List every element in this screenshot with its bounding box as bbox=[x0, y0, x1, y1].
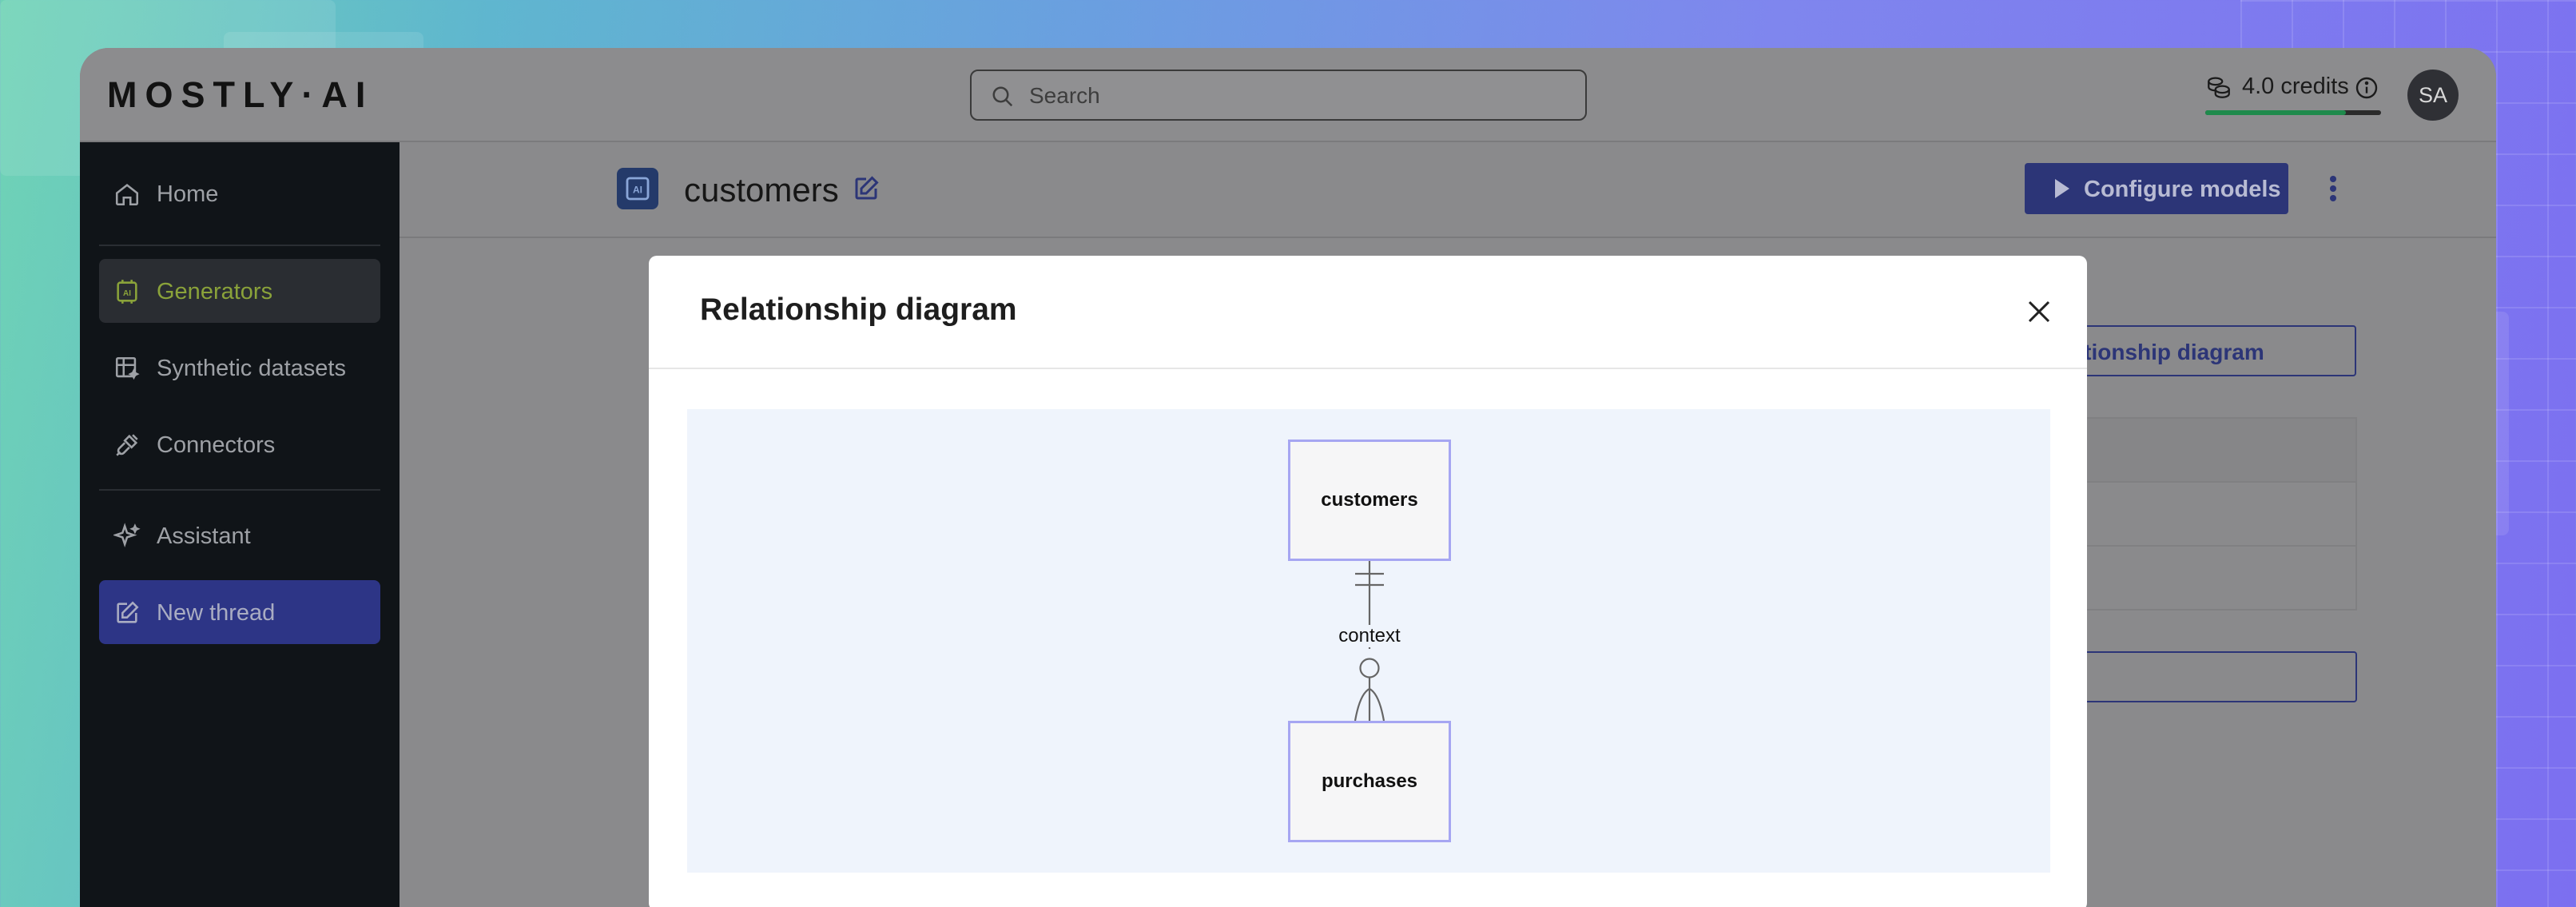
search-icon bbox=[992, 86, 1013, 107]
modal-title: Relationship diagram bbox=[700, 292, 1017, 327]
relationship-diagram: customers context purchases bbox=[687, 409, 2050, 873]
sidebar-item-label: Home bbox=[157, 181, 219, 207]
sidebar-item-home[interactable]: Home bbox=[99, 161, 380, 225]
home-icon bbox=[115, 184, 139, 206]
sidebar: Home AI Generators Synthetic datasets Co… bbox=[80, 142, 400, 907]
svg-text:AI: AI bbox=[633, 185, 642, 196]
sidebar-item-label: Synthetic datasets bbox=[157, 356, 346, 381]
entity-purchases[interactable]: purchases bbox=[1288, 721, 1451, 842]
table-sparkle-icon bbox=[115, 356, 140, 380]
search-box[interactable] bbox=[970, 70, 1587, 121]
svg-text:AI: AI bbox=[123, 289, 131, 298]
sidebar-item-assistant[interactable]: Assistant bbox=[99, 503, 380, 567]
avatar[interactable]: SA bbox=[2407, 70, 2459, 121]
coins-icon bbox=[2208, 77, 2230, 98]
entity-customers[interactable]: customers bbox=[1288, 440, 1451, 561]
sidebar-item-generators[interactable]: AI Generators bbox=[99, 259, 380, 323]
sparkle-icon bbox=[113, 523, 141, 547]
sidebar-divider bbox=[99, 245, 380, 246]
page-header: AI customers Configure models bbox=[400, 142, 2496, 238]
configure-models-label: Configure models bbox=[2084, 177, 2281, 202]
generator-badge-icon: AI bbox=[617, 168, 658, 209]
sidebar-item-label: Generators bbox=[157, 279, 273, 304]
sidebar-item-label: New thread bbox=[157, 600, 276, 626]
play-icon bbox=[2055, 179, 2069, 198]
credits-bar-fill bbox=[2205, 110, 2346, 115]
info-icon[interactable] bbox=[2354, 75, 2379, 101]
edit-icon bbox=[117, 601, 139, 623]
search-input[interactable] bbox=[1029, 79, 1572, 113]
credits-indicator[interactable]: 4.0 credits bbox=[2205, 69, 2381, 117]
modal-header: Relationship diagram bbox=[649, 256, 2087, 369]
generator-icon: AI bbox=[117, 280, 137, 304]
close-icon[interactable] bbox=[2025, 297, 2053, 326]
page-title: customers bbox=[684, 171, 839, 209]
configure-models-button[interactable]: Configure models bbox=[2025, 163, 2288, 214]
sidebar-item-synthetic-datasets[interactable]: Synthetic datasets bbox=[99, 336, 380, 400]
credits-bar bbox=[2205, 110, 2381, 115]
relationship-label: context bbox=[1314, 625, 1425, 647]
logo[interactable]: MOSTLY·AI bbox=[107, 74, 373, 116]
sidebar-item-new-thread[interactable]: New thread bbox=[99, 580, 380, 644]
relationship-diagram-modal: Relationship diagram customers context p… bbox=[649, 256, 2087, 907]
more-options-icon[interactable] bbox=[2325, 173, 2341, 205]
edit-title-icon[interactable] bbox=[852, 174, 881, 203]
sidebar-item-connectors[interactable]: Connectors bbox=[99, 412, 380, 476]
sidebar-divider bbox=[99, 489, 380, 491]
sidebar-item-label: Assistant bbox=[157, 523, 251, 549]
plug-icon bbox=[116, 434, 138, 456]
sidebar-item-label: Connectors bbox=[157, 432, 276, 458]
credits-label: 4.0 credits bbox=[2242, 74, 2349, 99]
app-window: MOSTLY·AI 4.0 credits SA bbox=[80, 48, 2496, 907]
top-bar: MOSTLY·AI 4.0 credits SA bbox=[80, 48, 2496, 142]
